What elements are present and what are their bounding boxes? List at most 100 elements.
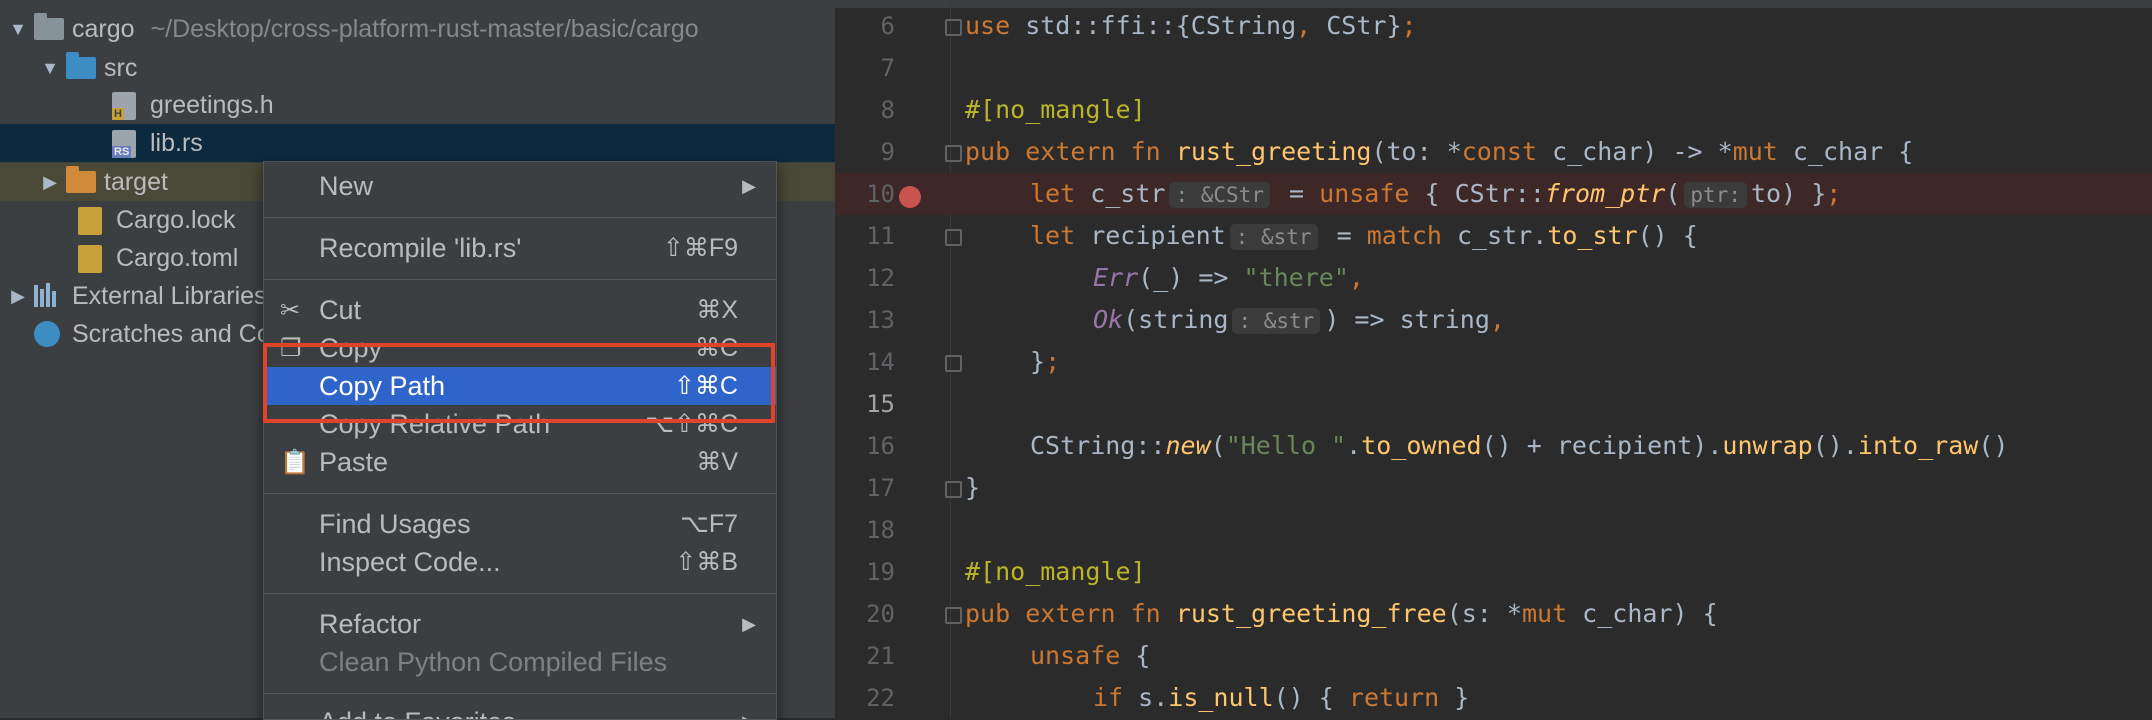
menu-separator xyxy=(264,217,776,218)
menu-item-cut[interactable]: ✂ Cut ⌘X xyxy=(264,291,776,329)
breakpoint-icon[interactable] xyxy=(899,186,921,208)
line-number: 19 xyxy=(835,551,895,593)
line-number: 7 xyxy=(835,47,895,89)
line-number: 14 xyxy=(835,341,895,383)
code-line[interactable]: 8 #[no_mangle] xyxy=(835,89,2152,131)
library-icon xyxy=(34,283,62,309)
code-editor[interactable]: 6 use std::ffi::{CString, CStr}; 7 8 #[n… xyxy=(835,0,2152,718)
excluded-folder-icon xyxy=(66,169,94,195)
menu-item-copy-path[interactable]: Copy Path ⇧⌘C xyxy=(264,367,776,405)
code-text: let recipient: &str = match c_str.to_str… xyxy=(1030,215,1698,258)
tree-item-label: greetings.h xyxy=(150,91,274,120)
tree-item-label: lib.rs xyxy=(150,129,203,158)
code-line[interactable]: 14 }; xyxy=(835,341,2152,383)
code-line[interactable]: 7 xyxy=(835,47,2152,89)
code-text: let c_str: &CStr = unsafe { CStr::from_p… xyxy=(1030,173,1841,216)
line-number: 12 xyxy=(835,257,895,299)
menu-separator xyxy=(264,279,776,280)
type-hint: : &str xyxy=(1230,224,1318,250)
tree-item-lib-rs[interactable]: RS lib.rs xyxy=(0,124,835,162)
tree-item-greetings-h[interactable]: H greetings.h xyxy=(0,86,835,124)
fold-icon[interactable] xyxy=(945,19,962,36)
code-text: #[no_mangle] xyxy=(965,551,1146,593)
toml-file-icon xyxy=(78,245,106,271)
context-menu: New ▶ Recompile 'lib.rs' ⇧⌘F9 ✂ Cut ⌘X ❐… xyxy=(263,161,777,720)
code-text: pub extern fn rust_greeting_free(s: *mut… xyxy=(965,593,1718,635)
menu-item-inspect-code[interactable]: Inspect Code... ⇧⌘B xyxy=(264,543,776,581)
line-number: 9 xyxy=(835,131,895,173)
code-line[interactable]: 19 #[no_mangle] xyxy=(835,551,2152,593)
code-line[interactable]: 13 Ok(string: &str) => string, xyxy=(835,299,2152,341)
menu-item-copy-relative-path[interactable]: Copy Relative Path ⌥⇧⌘C xyxy=(264,405,776,443)
code-line[interactable]: 22 if s.is_null() { return } xyxy=(835,677,2152,718)
source-folder-icon xyxy=(66,55,94,81)
line-number: 16 xyxy=(835,425,895,467)
tree-item-label: src xyxy=(104,54,137,83)
project-path: ~/Desktop/cross-platform-rust-master/bas… xyxy=(151,15,699,44)
scratches-icon xyxy=(34,321,62,347)
code-text: Err(_) => "there", xyxy=(1093,257,1364,299)
type-hint: : &CStr xyxy=(1169,182,1270,208)
code-text: pub extern fn rust_greeting(to: *const c… xyxy=(965,131,1913,173)
menu-item-recompile[interactable]: Recompile 'lib.rs' ⇧⌘F9 xyxy=(264,229,776,267)
menu-item-clean-python[interactable]: Clean Python Compiled Files xyxy=(264,643,776,681)
line-number: 20 xyxy=(835,593,895,635)
code-line[interactable]: 6 use std::ffi::{CString, CStr}; xyxy=(835,5,2152,47)
code-text: } xyxy=(965,467,980,509)
tree-item-src[interactable]: ▼ src xyxy=(0,49,835,87)
fold-icon[interactable] xyxy=(945,355,962,372)
param-hint: ptr: xyxy=(1684,182,1747,208)
fold-icon[interactable] xyxy=(945,481,962,498)
menu-item-refactor[interactable]: Refactor ▶ xyxy=(264,605,776,643)
fold-icon[interactable] xyxy=(945,229,962,246)
rust-file-icon: RS xyxy=(112,130,140,156)
tree-item-label: target xyxy=(104,168,168,197)
line-number: 18 xyxy=(835,509,895,551)
tree-item-cargo[interactable]: ▼ cargo ~/Desktop/cross-platform-rust-ma… xyxy=(0,10,835,48)
fold-icon[interactable] xyxy=(945,607,962,624)
code-line[interactable]: 16 CString::new("Hello ".to_owned() + re… xyxy=(835,425,2152,467)
submenu-arrow-icon: ▶ xyxy=(742,176,756,197)
menu-item-find-usages[interactable]: Find Usages ⌥F7 xyxy=(264,505,776,543)
code-line[interactable]: 17 } xyxy=(835,467,2152,509)
chevron-down-icon[interactable]: ▼ xyxy=(8,19,28,40)
menu-item-copy[interactable]: ❐ Copy ⌘C xyxy=(264,329,776,367)
line-number: 8 xyxy=(835,89,895,131)
chevron-right-icon[interactable]: ▶ xyxy=(40,172,60,193)
menu-item-new[interactable]: New ▶ xyxy=(264,167,776,205)
code-line[interactable]: 15 xyxy=(835,383,2152,425)
menu-item-paste[interactable]: 📋 Paste ⌘V xyxy=(264,443,776,481)
line-number: 6 xyxy=(835,5,895,47)
lock-file-icon xyxy=(78,207,106,233)
submenu-arrow-icon: ▶ xyxy=(742,712,756,720)
code-text: unsafe { xyxy=(1030,635,1150,677)
line-number: 17 xyxy=(835,467,895,509)
line-number: 22 xyxy=(835,677,895,718)
folder-icon xyxy=(34,16,62,42)
line-number: 21 xyxy=(835,635,895,677)
chevron-right-icon[interactable]: ▶ xyxy=(8,286,28,307)
chevron-down-icon[interactable]: ▼ xyxy=(40,58,60,79)
tree-item-label: Cargo.lock xyxy=(116,206,236,235)
code-line[interactable]: 9 pub extern fn rust_greeting(to: *const… xyxy=(835,131,2152,173)
code-line[interactable]: 20 pub extern fn rust_greeting_free(s: *… xyxy=(835,593,2152,635)
header-file-icon: H xyxy=(112,92,140,118)
code-text: #[no_mangle] xyxy=(965,89,1146,131)
code-line[interactable]: 18 xyxy=(835,509,2152,551)
code-line[interactable]: 21 unsafe { xyxy=(835,635,2152,677)
scissors-icon: ✂ xyxy=(280,296,300,325)
code-line[interactable]: 12 Err(_) => "there", xyxy=(835,257,2152,299)
line-number: 15 xyxy=(835,383,895,425)
line-number: 11 xyxy=(835,215,895,257)
menu-item-add-to-favorites[interactable]: Add to Favorites ▶ xyxy=(264,703,776,720)
clipboard-icon: 📋 xyxy=(280,448,310,477)
code-text: CString::new("Hello ".to_owned() + recip… xyxy=(1030,425,2008,467)
copy-icon: ❐ xyxy=(280,334,302,363)
menu-separator xyxy=(264,593,776,594)
submenu-arrow-icon: ▶ xyxy=(742,614,756,635)
type-hint: : &str xyxy=(1232,308,1320,334)
code-line[interactable]: 11 let recipient: &str = match c_str.to_… xyxy=(835,215,2152,257)
code-line[interactable]: 10 let c_str: &CStr = unsafe { CStr::fro… xyxy=(835,173,2152,215)
fold-icon[interactable] xyxy=(945,145,962,162)
code-text: use std::ffi::{CString, CStr}; xyxy=(965,5,1417,47)
